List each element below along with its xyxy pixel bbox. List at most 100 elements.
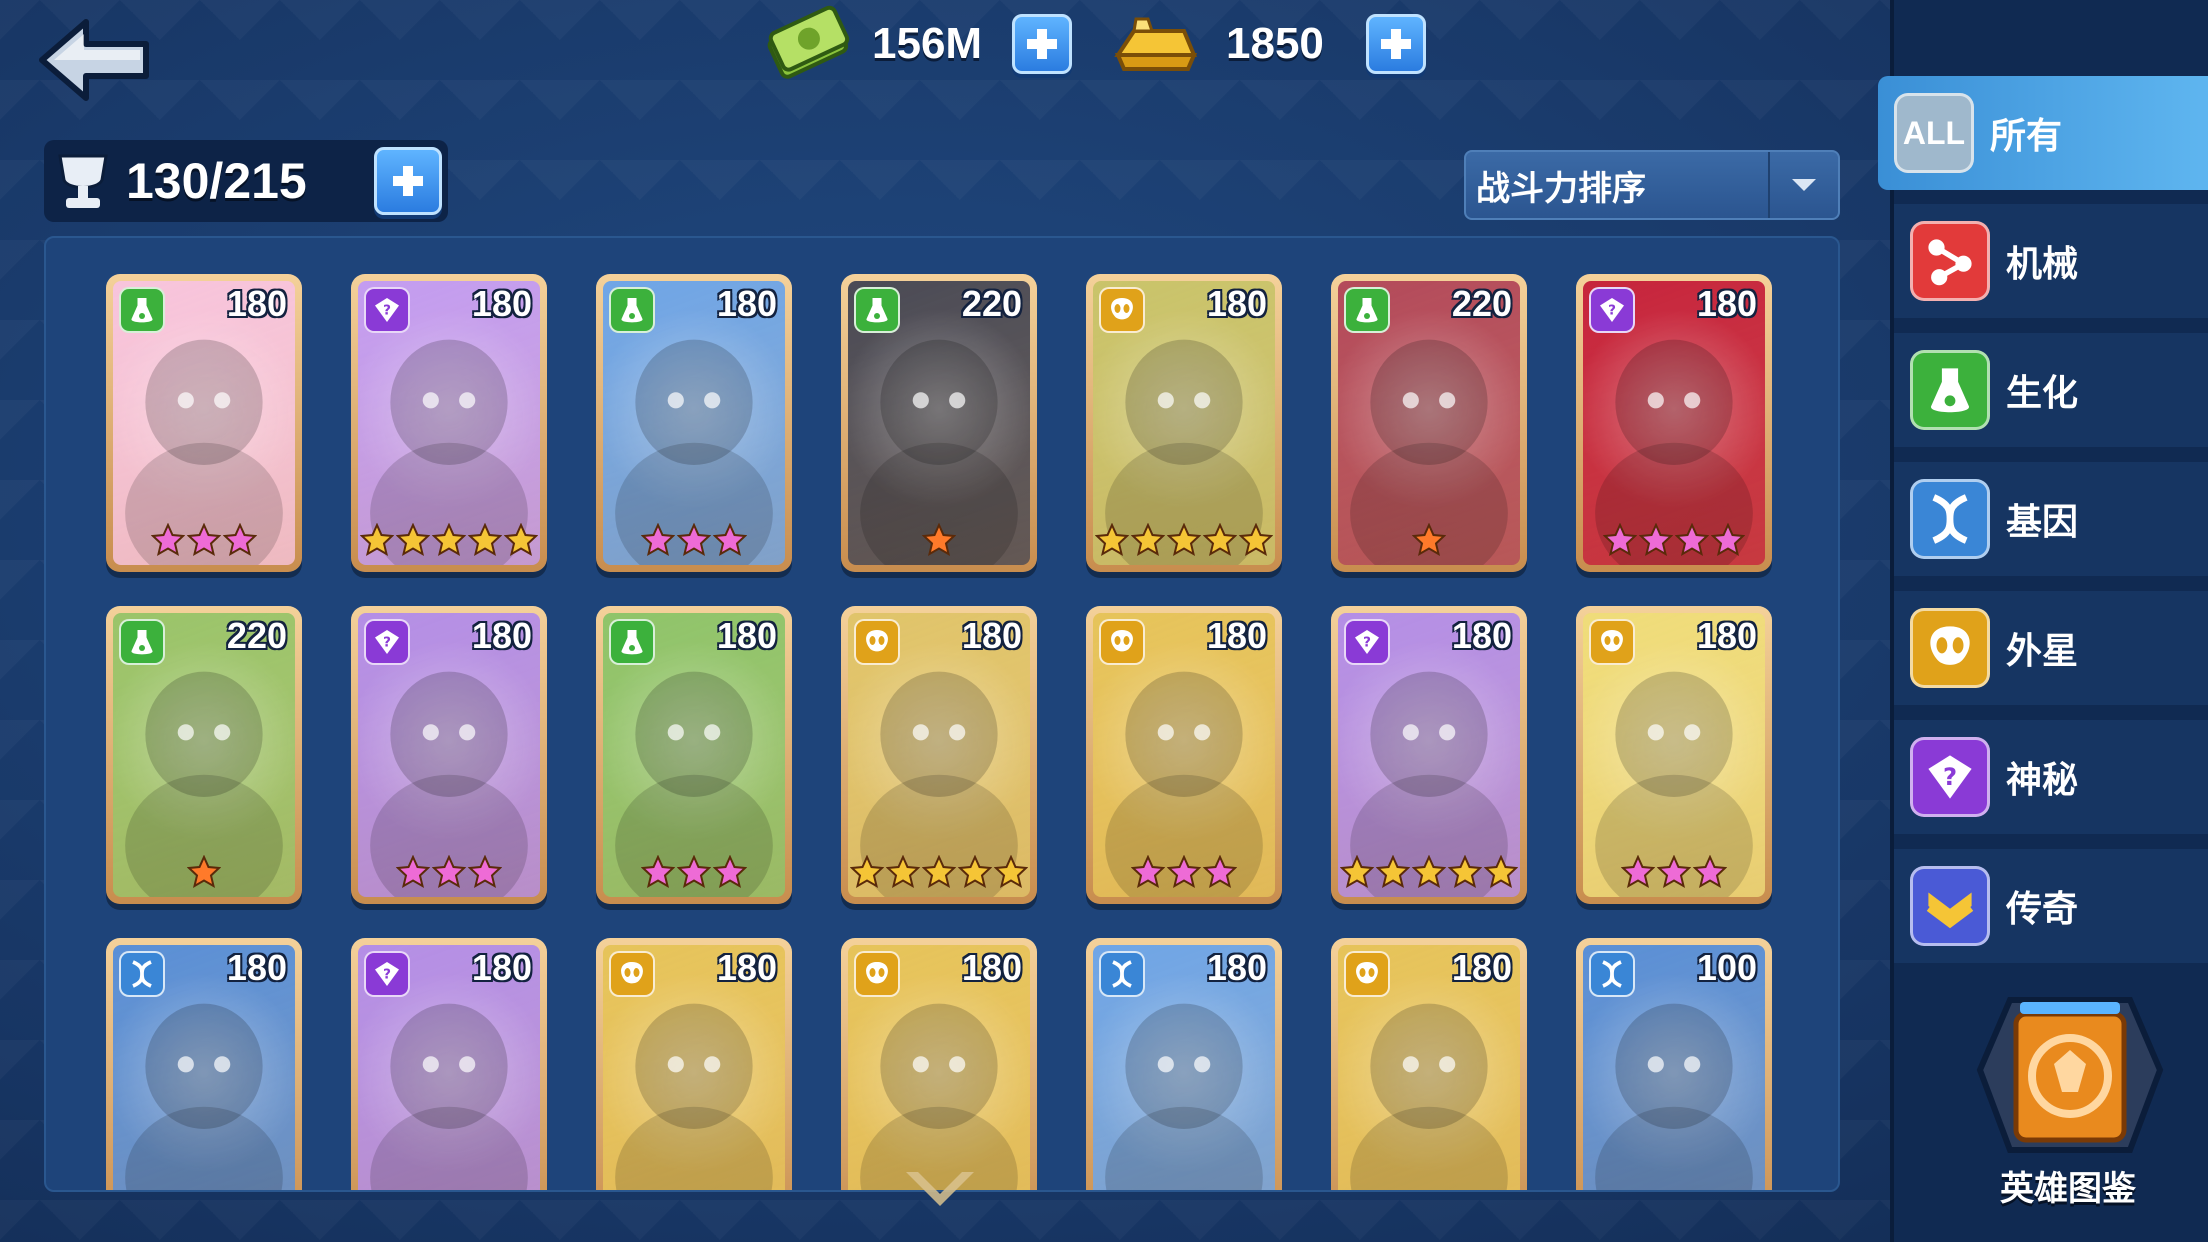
alien-faction-icon xyxy=(854,619,900,665)
star-icon xyxy=(922,523,956,557)
mystic-faction-icon: ? xyxy=(364,287,410,333)
star-icon xyxy=(468,855,502,889)
hero-stars xyxy=(358,523,540,557)
faction-tab-gene[interactable]: 基因 xyxy=(1894,462,2208,576)
hero-card[interactable]: ? 180 xyxy=(351,938,547,1190)
expand-capacity-button[interactable] xyxy=(374,147,442,215)
hero-codex-button[interactable]: 英雄图鉴 xyxy=(1950,980,2186,1210)
star-icon xyxy=(1484,855,1518,889)
faction-tab-legend[interactable]: 传奇 xyxy=(1894,849,2208,963)
star-icon xyxy=(396,855,430,889)
hero-card[interactable]: 180 xyxy=(106,938,302,1190)
faction-tab-alien[interactable]: 外星 xyxy=(1894,591,2208,705)
hero-level: 220 xyxy=(226,615,287,656)
star-icon xyxy=(1167,523,1201,557)
codex-book-icon xyxy=(1976,997,2164,1153)
hero-card[interactable]: 180 xyxy=(596,274,792,572)
hero-level: 180 xyxy=(716,283,777,324)
mystic-faction-icon: ? xyxy=(364,619,410,665)
sort-dropdown-toggle[interactable] xyxy=(1768,152,1838,218)
hero-card[interactable]: 180 xyxy=(596,606,792,904)
hero-card[interactable]: ? 180 xyxy=(1331,606,1527,904)
hero-stars xyxy=(603,523,785,557)
hero-level: 220 xyxy=(961,283,1022,324)
star-icon xyxy=(1412,523,1446,557)
cash-counter: 156M xyxy=(764,5,1072,79)
hero-card[interactable]: ? 180 xyxy=(351,274,547,572)
star-icon xyxy=(1131,855,1165,889)
hero-card[interactable]: 180 xyxy=(1086,606,1282,904)
star-icon xyxy=(1203,855,1237,889)
gold-counter: 1850 xyxy=(1112,14,1426,74)
hero-card[interactable]: ? 180 xyxy=(351,606,547,904)
faction-tab-label: 外星 xyxy=(2006,631,2079,672)
star-icon xyxy=(850,855,884,889)
bio-faction-icon xyxy=(609,619,655,665)
svg-text:?: ? xyxy=(383,303,391,319)
star-icon xyxy=(468,523,502,557)
back-arrow-icon[interactable] xyxy=(34,14,154,106)
cash-value: 156M xyxy=(872,19,983,68)
faction-tab-bio[interactable]: 生化 xyxy=(1894,333,2208,447)
svg-text:?: ? xyxy=(383,635,391,651)
faction-tab-all[interactable]: ALL 所有 xyxy=(1878,76,2208,190)
scroll-down-icon[interactable] xyxy=(900,1164,980,1214)
faction-tab-mech[interactable]: 机械 xyxy=(1894,204,2208,318)
star-icon xyxy=(1131,523,1165,557)
hero-level: 180 xyxy=(471,947,532,988)
hero-level: 180 xyxy=(716,615,777,656)
hero-card[interactable]: 180 xyxy=(596,938,792,1190)
hero-card[interactable]: 180 xyxy=(1086,938,1282,1190)
star-icon xyxy=(1693,855,1727,889)
hero-card[interactable]: 180 xyxy=(1086,274,1282,572)
alien-faction-icon xyxy=(1589,619,1635,665)
mech-faction-icon xyxy=(1910,221,1990,301)
hero-card[interactable]: 180 xyxy=(1331,938,1527,1190)
add-gold-button[interactable] xyxy=(1366,14,1426,74)
hero-level: 180 xyxy=(1696,615,1757,656)
hero-stars xyxy=(1583,523,1765,557)
hero-level: 180 xyxy=(961,615,1022,656)
sort-dropdown[interactable]: 战斗力排序 xyxy=(1464,150,1840,220)
gene-faction-icon xyxy=(1099,951,1145,997)
hero-stars xyxy=(358,855,540,889)
star-icon xyxy=(641,855,675,889)
star-icon xyxy=(1657,855,1691,889)
trophy-cup-icon xyxy=(58,154,108,208)
hero-level: 180 xyxy=(1206,283,1267,324)
alien-faction-icon xyxy=(609,951,655,997)
hero-card[interactable]: ? 180 xyxy=(1576,274,1772,572)
hero-level: 100 xyxy=(1696,947,1757,988)
hero-level: 180 xyxy=(716,947,777,988)
faction-tab-label: 生化 xyxy=(2006,373,2079,414)
star-icon xyxy=(1412,855,1446,889)
hero-card[interactable]: 180 xyxy=(841,938,1037,1190)
add-cash-button[interactable] xyxy=(1012,14,1072,74)
star-icon xyxy=(1203,523,1237,557)
hero-stars xyxy=(848,855,1030,889)
faction-tab-label: 传奇 xyxy=(2006,889,2079,930)
star-icon xyxy=(1711,523,1745,557)
svg-text:?: ? xyxy=(1363,635,1371,651)
chevron-down-icon xyxy=(1792,179,1816,191)
gene-faction-icon xyxy=(119,951,165,997)
hero-stars xyxy=(1093,523,1275,557)
star-icon xyxy=(504,523,538,557)
bio-faction-icon xyxy=(119,619,165,665)
hero-stars xyxy=(1338,855,1520,889)
hero-card[interactable]: 220 xyxy=(841,274,1037,572)
hero-level: 180 xyxy=(471,283,532,324)
hero-card[interactable]: 180 xyxy=(106,274,302,572)
hero-card[interactable]: 100 xyxy=(1576,938,1772,1190)
hero-level: 180 xyxy=(961,947,1022,988)
hero-card[interactable]: 180 xyxy=(841,606,1037,904)
hero-card[interactable]: 220 xyxy=(1331,274,1527,572)
alien-faction-icon xyxy=(1344,951,1390,997)
faction-tab-mystic[interactable]: ? 神秘 xyxy=(1894,720,2208,834)
mystic-faction-icon: ? xyxy=(1589,287,1635,333)
star-icon xyxy=(677,523,711,557)
hero-stars xyxy=(603,855,785,889)
hero-card[interactable]: 220 xyxy=(106,606,302,904)
hero-card[interactable]: 180 xyxy=(1576,606,1772,904)
star-icon xyxy=(432,523,466,557)
